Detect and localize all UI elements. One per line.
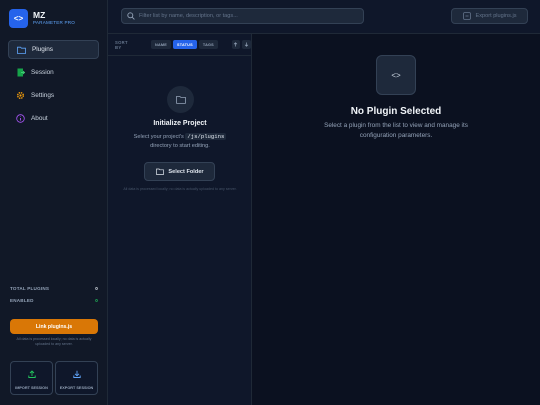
sidebar-item-settings[interactable]: Settings — [8, 86, 99, 105]
sidebar-item-label: Session — [31, 69, 54, 76]
privacy-note: All data is processed locally; no data i… — [16, 337, 92, 346]
sort-ascending-button[interactable] — [231, 40, 241, 49]
code-icon: <> — [376, 55, 416, 95]
stat-label: TOTAL PLUGINS — [10, 285, 50, 291]
stat-label: ENABLED — [10, 297, 34, 303]
no-plugin-title: No Plugin Selected — [350, 106, 442, 117]
sidebar: <> MZ PARAMETER PRO Plugins Session Sett… — [0, 0, 108, 405]
export-file-icon — [462, 12, 471, 21]
export-session-button[interactable]: EXPORT SESSION — [55, 361, 98, 395]
export-session-label: EXPORT SESSION — [59, 386, 94, 391]
top-header: Export plugins.js — [108, 0, 540, 34]
sidebar-item-plugins[interactable]: Plugins — [8, 40, 99, 59]
search-input[interactable] — [139, 13, 359, 19]
plugins-path-code: /js/plugins — [185, 133, 227, 140]
sort-option-status[interactable]: STATUS — [173, 40, 197, 49]
import-session-label: IMPORT SESSION — [15, 386, 48, 391]
brand-subtitle: PARAMETER PRO — [33, 20, 76, 25]
folder-icon — [167, 86, 194, 113]
download-icon — [72, 365, 81, 383]
brand: <> MZ PARAMETER PRO — [9, 9, 75, 28]
sort-bar: SORT BY NAME STATUS TAGS — [108, 34, 251, 56]
no-plugin-description: Select a plugin from the list to view an… — [324, 122, 468, 139]
init-project-description: Select your project's /js/plugins direct… — [122, 132, 238, 151]
stat-value: 0 — [95, 297, 98, 303]
session-file-icon — [16, 68, 25, 77]
plugin-stats: TOTAL PLUGINS 0 ENABLED 0 — [10, 282, 98, 306]
plugin-detail-panel: <> No Plugin Selected Select a plugin fr… — [252, 34, 540, 405]
import-session-button[interactable]: IMPORT SESSION — [10, 361, 53, 395]
brand-title: MZ — [33, 10, 46, 20]
folder-icon — [155, 167, 164, 176]
stat-total-plugins: TOTAL PLUGINS 0 — [10, 282, 98, 294]
arrow-down-icon — [244, 42, 249, 47]
init-desc-before: Select your project's — [133, 134, 184, 140]
init-desc-after: directory to start editing. — [150, 143, 210, 149]
upload-icon — [27, 365, 36, 383]
select-folder-button[interactable]: Select Folder — [144, 162, 215, 181]
sidebar-nav: Plugins Session Settings About — [8, 40, 99, 132]
sort-option-name[interactable]: NAME — [151, 40, 172, 49]
sort-label: SORT BY — [115, 39, 128, 50]
stat-value: 0 — [95, 285, 98, 291]
folder-icon — [17, 45, 26, 54]
sidebar-item-label: Plugins — [32, 46, 53, 53]
sort-descending-button[interactable] — [242, 40, 251, 49]
plugin-list-panel: SORT BY NAME STATUS TAGS Initialize Proj… — [108, 34, 252, 405]
info-icon — [16, 114, 25, 123]
code-icon: <> — [9, 9, 28, 28]
export-plugins-button[interactable]: Export plugins.js — [451, 8, 528, 24]
arrow-up-icon — [234, 42, 238, 47]
sidebar-item-label: Settings — [31, 92, 55, 99]
sort-option-tags[interactable]: TAGS — [198, 40, 218, 49]
sidebar-item-about[interactable]: About — [8, 109, 99, 128]
export-plugins-label: Export plugins.js — [475, 13, 517, 19]
gear-icon — [16, 91, 25, 100]
search-box[interactable] — [121, 8, 364, 24]
search-icon — [127, 7, 135, 25]
select-folder-label: Select Folder — [168, 168, 204, 175]
init-project-title: Initialize Project — [153, 120, 207, 127]
sidebar-item-label: About — [31, 115, 48, 122]
link-plugins-button[interactable]: Link plugins.js — [10, 319, 98, 334]
stat-enabled: ENABLED 0 — [10, 294, 98, 306]
privacy-note: All data is processed locally; no data i… — [123, 187, 237, 191]
sidebar-item-session[interactable]: Session — [8, 63, 99, 82]
